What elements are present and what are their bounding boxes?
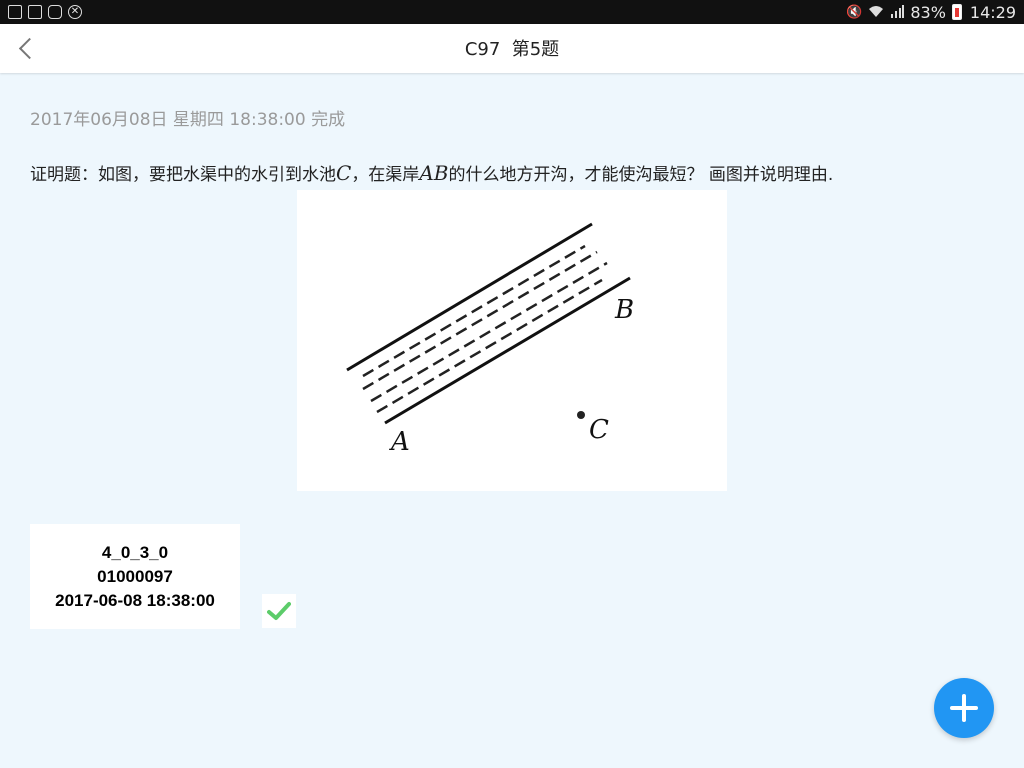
canal-top-bank [346, 222, 593, 372]
signal-icon [890, 3, 905, 22]
answer-card[interactable]: 4_0_3_0 01000097 2017-06-08 18:38:00 [30, 524, 240, 629]
label-b: B [614, 295, 634, 325]
app-notification-icon [48, 5, 62, 19]
app-notification-icon [28, 5, 42, 19]
blocked-icon: ✕ [68, 5, 82, 19]
system-icons: 🔇 83% 14:29 [846, 3, 1016, 22]
question-text: 证明题：如图，要把水渠中的水引到水池C，在渠岸AB的什么地方开沟，才能使沟最短？… [30, 160, 833, 185]
app-notification-icon [8, 5, 22, 19]
add-button[interactable] [934, 678, 994, 738]
label-a: A [389, 427, 410, 457]
battery-icon [951, 4, 962, 20]
notification-icons: ✕ [8, 5, 82, 19]
canal-diagram: A B C [346, 222, 634, 457]
question-figure: A B C [297, 190, 727, 491]
page-title: C97 第5题 [464, 39, 560, 60]
clock: 14:29 [969, 2, 1016, 22]
pool-point-c [577, 411, 585, 419]
completion-timestamp: 2017年06月08日 星期四 18:38:00 完成 [30, 110, 346, 130]
card-id: 01000097 [97, 566, 173, 586]
mute-icon: 🔇 [846, 4, 863, 20]
card-code: 4_0_3_0 [101, 542, 169, 562]
label-c: C [589, 415, 609, 445]
checkmark-icon [267, 602, 291, 620]
canal-bank-ab [384, 276, 631, 425]
question-text-part1: 证明题：如图，要把水渠中的水引到水池 [30, 165, 336, 185]
wifi-icon [868, 3, 884, 22]
point-c-label: C [336, 161, 352, 185]
water-line [376, 278, 603, 414]
battery-percent: 83% [910, 2, 946, 22]
segment-ab-label: AB [419, 161, 449, 185]
question-text-part2: ，在渠岸 [351, 165, 420, 185]
app-bar: C97 第5题 [0, 24, 1024, 73]
status-bar: ✕ 🔇 83% 14:29 [0, 0, 1024, 24]
correct-status-badge [262, 594, 296, 628]
question-text-part3: 的什么地方开沟，才能使沟最短？ 画图并说明理由. [448, 165, 834, 185]
card-datetime: 2017-06-08 18:38:00 [55, 590, 215, 610]
